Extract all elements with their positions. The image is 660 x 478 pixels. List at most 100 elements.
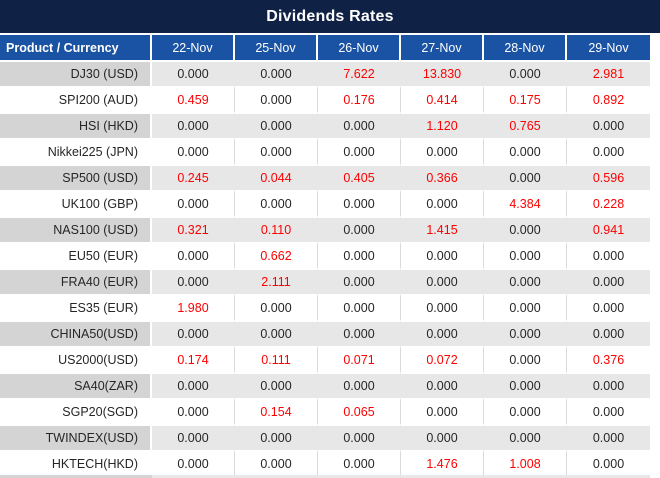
product-name-cell: FRA40 (EUR) (0, 268, 152, 294)
dividend-value-cell: 0.000 (567, 268, 650, 294)
dividend-value-cell: 0.000 (401, 320, 484, 346)
dividend-value-cell: 0.000 (484, 164, 567, 190)
dividend-value-cell: 0.000 (401, 372, 484, 398)
dividend-value-cell: 0.000 (484, 138, 567, 164)
dividend-value-cell: 0.111 (235, 346, 318, 372)
dividend-value-cell: 1.120 (401, 112, 484, 138)
table-row: UK100 (GBP) 0.000 0.000 0.000 0.000 4.384 0.22… (0, 190, 650, 216)
table-body: DJ30 (USD) 0.000 0.000 7.622 13.830 0.000 2.98… (0, 60, 650, 476)
table-header: Product / Currency 22-Nov 25-Nov 26-Nov 27-N… (0, 35, 650, 60)
dividend-value-cell: 0.000 (567, 138, 650, 164)
date-column-header: 29-Nov (567, 35, 650, 60)
dividend-value-cell: 0.072 (401, 346, 484, 372)
dividend-value-cell: 0.000 (401, 398, 484, 424)
dividend-value-cell: 0.000 (235, 424, 318, 450)
dividend-value-cell: 0.044 (235, 164, 318, 190)
product-name-cell: US2000(USD) (0, 346, 152, 372)
dividend-value-cell: 0.000 (318, 268, 401, 294)
dividend-value-cell: 0.000 (318, 450, 401, 476)
table-row: SPI200 (AUD) 0.459 0.000 0.176 0.414 0.175 0.8… (0, 86, 650, 112)
dividend-value-cell: 0.000 (401, 138, 484, 164)
dividend-value-cell: 0.000 (401, 268, 484, 294)
product-name-cell: CHINA50(USD) (0, 320, 152, 346)
dividend-value-cell: 0.000 (484, 60, 567, 86)
dividend-value-cell: 0.000 (567, 294, 650, 320)
table-row: EU50 (EUR) 0.000 0.662 0.000 0.000 0.000 0.000 (0, 242, 650, 268)
dividend-value-cell: 0.000 (318, 320, 401, 346)
product-name-cell: SA40(ZAR) (0, 372, 152, 398)
dividend-value-cell: 0.000 (567, 242, 650, 268)
dividend-value-cell: 0.000 (235, 450, 318, 476)
dividend-value-cell: 0.000 (484, 216, 567, 242)
dividend-value-cell: 0.000 (567, 450, 650, 476)
product-name-cell: SPI200 (AUD) (0, 86, 152, 112)
dividend-value-cell: 0.000 (235, 320, 318, 346)
dividend-value-cell: 7.622 (318, 60, 401, 86)
dividend-value-cell: 0.000 (484, 424, 567, 450)
dividend-value-cell: 0.000 (567, 424, 650, 450)
dividend-value-cell: 0.000 (152, 242, 235, 268)
dividend-value-cell: 0.000 (152, 268, 235, 294)
dividend-value-cell: 0.321 (152, 216, 235, 242)
dividend-value-cell: 0.000 (152, 138, 235, 164)
product-currency-header: Product / Currency (0, 35, 152, 60)
table-row: US2000(USD) 0.174 0.111 0.071 0.072 0.000 0.37… (0, 346, 650, 372)
table-row: TWINDEX(USD) 0.000 0.000 0.000 0.000 0.000 0.0… (0, 424, 650, 450)
page-title: Dividends Rates (0, 0, 660, 33)
dividend-value-cell: 0.000 (318, 242, 401, 268)
product-name-cell: UK100 (GBP) (0, 190, 152, 216)
date-column-header: 26-Nov (318, 35, 401, 60)
dividend-value-cell: 0.000 (567, 398, 650, 424)
dividend-value-cell: 0.000 (401, 242, 484, 268)
product-name-cell: HSI (HKD) (0, 112, 152, 138)
product-name-cell: SGP20(SGD) (0, 398, 152, 424)
dividend-value-cell: 0.110 (235, 216, 318, 242)
dividend-value-cell: 0.000 (152, 190, 235, 216)
dividend-value-cell: 0.000 (318, 138, 401, 164)
dividend-value-cell: 0.000 (484, 294, 567, 320)
dividend-value-cell: 0.000 (152, 450, 235, 476)
dividend-value-cell: 0.000 (484, 398, 567, 424)
product-name-cell: TWINDEX(USD) (0, 424, 152, 450)
product-name-cell: NAS100 (USD) (0, 216, 152, 242)
dividend-value-cell: 0.000 (318, 424, 401, 450)
dividend-value-cell: 0.366 (401, 164, 484, 190)
dividend-value-cell: 1.008 (484, 450, 567, 476)
dividend-value-cell: 0.228 (567, 190, 650, 216)
date-column-header: 28-Nov (484, 35, 567, 60)
dividend-value-cell: 0.000 (152, 372, 235, 398)
date-column-header: 22-Nov (152, 35, 235, 60)
dividend-value-cell: 0.000 (152, 60, 235, 86)
product-name-cell: EU50 (EUR) (0, 242, 152, 268)
table-row: FRA40 (EUR) 0.000 2.111 0.000 0.000 0.000 0.00… (0, 268, 650, 294)
dividend-value-cell: 0.000 (235, 60, 318, 86)
product-name-cell: ES35 (EUR) (0, 294, 152, 320)
date-column-header: 25-Nov (235, 35, 318, 60)
dividend-value-cell: 1.980 (152, 294, 235, 320)
dividend-value-cell: 0.000 (484, 320, 567, 346)
dividend-value-cell: 0.000 (484, 242, 567, 268)
dividend-value-cell: 0.175 (484, 86, 567, 112)
dividend-value-cell: 0.245 (152, 164, 235, 190)
table-row: HKTECH(HKD) 0.000 0.000 0.000 1.476 1.008 0.00… (0, 450, 650, 476)
dividend-value-cell: 0.459 (152, 86, 235, 112)
dividend-value-cell: 0.071 (318, 346, 401, 372)
dividend-value-cell: 0.892 (567, 86, 650, 112)
dividend-value-cell: 0.000 (235, 294, 318, 320)
dividend-value-cell: 0.065 (318, 398, 401, 424)
dividend-value-cell: 0.174 (152, 346, 235, 372)
product-name-cell: Nikkei225 (JPN) (0, 138, 152, 164)
table-row: NAS100 (USD) 0.321 0.110 0.000 1.415 0.000 0.9… (0, 216, 650, 242)
dividend-value-cell: 0.000 (235, 112, 318, 138)
dividend-value-cell: 0.000 (152, 398, 235, 424)
dividend-value-cell: 1.415 (401, 216, 484, 242)
dividend-value-cell: 0.000 (152, 112, 235, 138)
dividend-value-cell: 2.111 (235, 268, 318, 294)
dividend-value-cell: 0.000 (318, 216, 401, 242)
dividend-value-cell: 0.000 (235, 372, 318, 398)
dividend-value-cell: 0.000 (235, 138, 318, 164)
table-row: ES35 (EUR) 1.980 0.000 0.000 0.000 0.000 0.000 (0, 294, 650, 320)
date-column-header: 27-Nov (401, 35, 484, 60)
dividend-value-cell: 0.000 (401, 190, 484, 216)
dividend-value-cell: 1.476 (401, 450, 484, 476)
